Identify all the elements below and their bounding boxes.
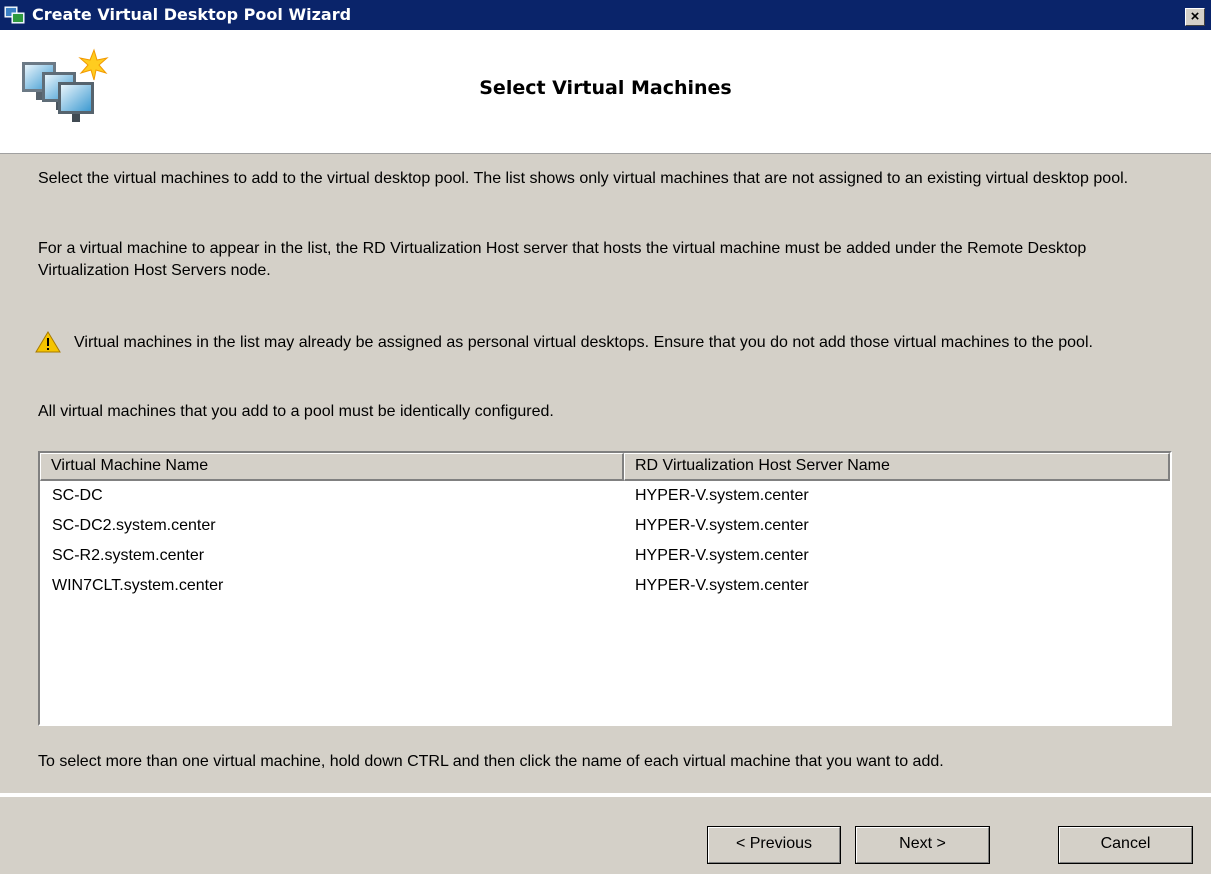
column-header-vm-name[interactable]: Virtual Machine Name xyxy=(40,453,624,481)
cancel-button-label: Cancel xyxy=(1100,835,1151,852)
previous-button[interactable]: < Previous xyxy=(707,826,841,864)
host-name-cell: HYPER-V.system.center xyxy=(635,577,809,594)
host-name-cell: HYPER-V.system.center xyxy=(635,547,809,564)
host-note-text: For a virtual machine to appear in the l… xyxy=(38,240,1087,279)
vm-name-cell: SC-DC xyxy=(52,487,103,504)
wizard-app-icon xyxy=(4,6,25,24)
vm-name-cell: SC-R2.system.center xyxy=(52,547,205,564)
vm-name-cell: SC-DC2.system.center xyxy=(52,517,216,534)
list-row[interactable]: SC-DC2.system.center HYPER-V.system.cent… xyxy=(40,511,1170,541)
list-row[interactable]: SC-R2.system.center HYPER-V.system.cente… xyxy=(40,541,1170,571)
host-name-cell: HYPER-V.system.center xyxy=(635,487,809,504)
close-button[interactable]: × xyxy=(1185,8,1205,26)
host-name-cell: HYPER-V.system.center xyxy=(635,517,809,534)
page-title: Select Virtual Machines xyxy=(479,77,732,99)
wizard-window: Create Virtual Desktop Pool Wizard × Sel… xyxy=(0,0,1211,874)
warning-icon xyxy=(35,331,61,353)
selection-hint-text: To select more than one virtual machine,… xyxy=(38,753,944,770)
virtual-machine-list[interactable]: Virtual Machine Name RD Virtualization H… xyxy=(38,451,1172,726)
close-icon: × xyxy=(1190,8,1200,25)
intro-text: Select the virtual machines to add to th… xyxy=(38,170,1129,187)
cancel-button[interactable]: Cancel xyxy=(1058,826,1193,864)
list-row[interactable]: SC-DC HYPER-V.system.center xyxy=(40,481,1170,511)
window-title: Create Virtual Desktop Pool Wizard xyxy=(32,5,352,24)
footer-divider xyxy=(0,793,1211,797)
list-row[interactable]: WIN7CLT.system.center HYPER-V.system.cen… xyxy=(40,571,1170,601)
config-note-text: All virtual machines that you add to a p… xyxy=(38,403,554,420)
next-button-label: Next > xyxy=(899,835,946,852)
wizard-header: Select Virtual Machines xyxy=(0,30,1211,154)
vm-name-cell: WIN7CLT.system.center xyxy=(52,577,224,594)
next-button[interactable]: Next > xyxy=(855,826,990,864)
column-header-host-name[interactable]: RD Virtualization Host Server Name xyxy=(624,453,1170,481)
previous-button-label: < Previous xyxy=(735,835,813,852)
list-header: Virtual Machine Name RD Virtualization H… xyxy=(40,453,1170,481)
title-bar: Create Virtual Desktop Pool Wizard × xyxy=(0,0,1211,30)
warning-text: Virtual machines in the list may already… xyxy=(74,334,1093,351)
